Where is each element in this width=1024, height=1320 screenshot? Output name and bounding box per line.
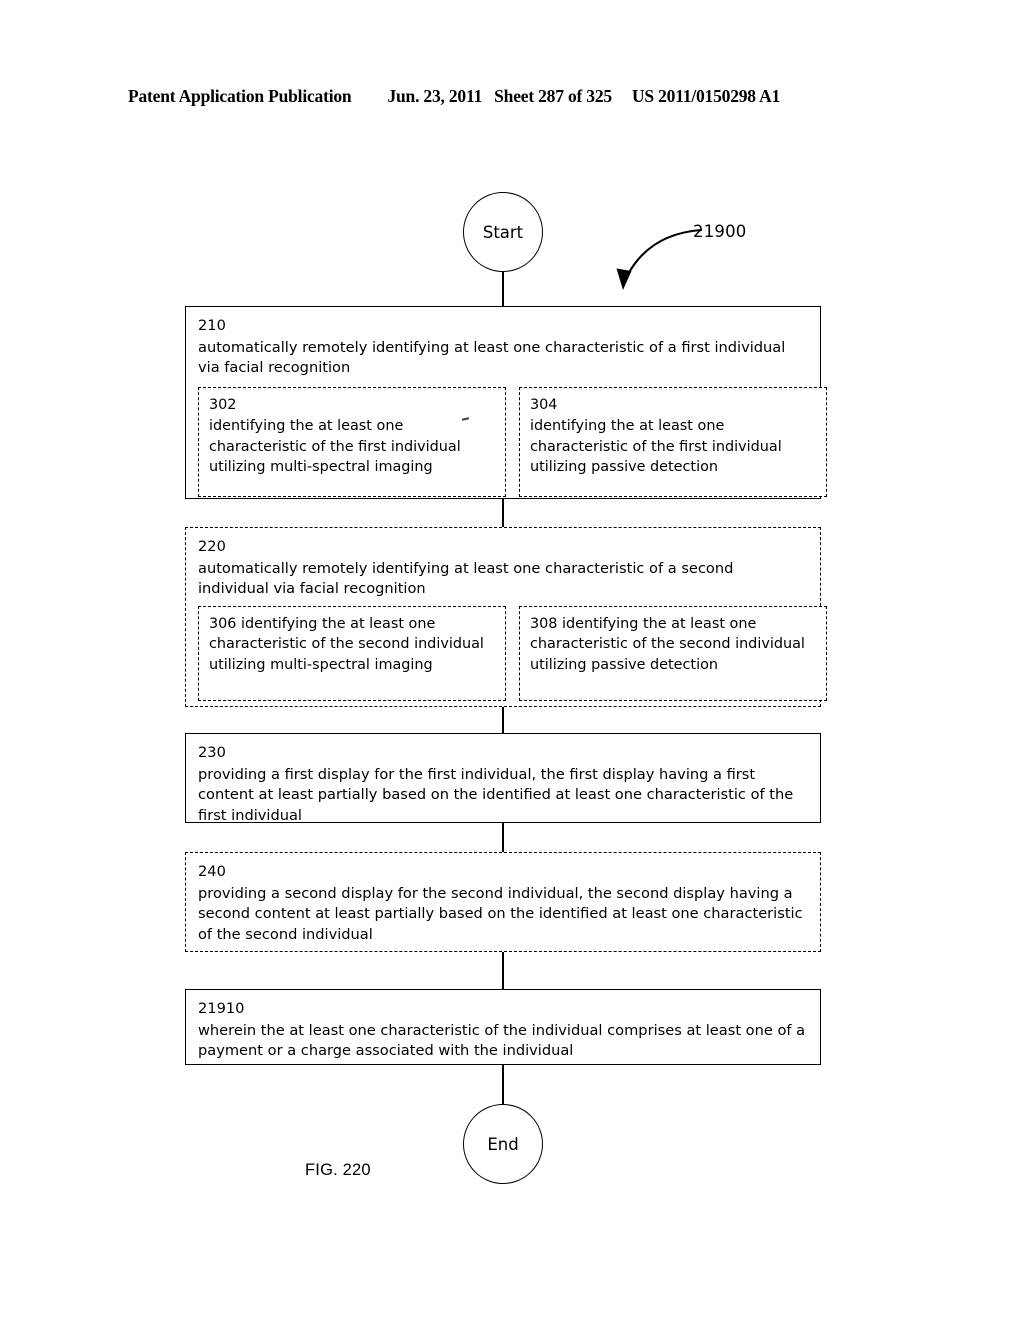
connector-230-to-240 — [502, 823, 504, 852]
substep-text-308: 308 identifying the at least one charact… — [530, 615, 805, 673]
connector-240-to-21910 — [502, 952, 504, 989]
substep-number-302: 302 — [209, 396, 237, 413]
step-number-220: 220 — [198, 538, 226, 555]
connector-210-to-220 — [502, 499, 504, 527]
substep-text-302: identifying the at least one characteris… — [209, 418, 461, 476]
step-number-210: 210 — [198, 317, 226, 334]
substep-box-308: 308 identifying the at least one charact… — [519, 605, 827, 701]
substep-number-304: 304 — [530, 396, 558, 413]
flowchart-canvas: Start 21900 210 automatically remotely i… — [0, 0, 1024, 1320]
substep-box-302: 302 identifying the at least one charact… — [198, 386, 506, 497]
figure-caption: FIG. 220 — [305, 1161, 371, 1179]
start-terminator: Start — [463, 192, 543, 272]
step-box-230: 230 providing a first display for the fi… — [185, 733, 821, 824]
step-box-210: 210 automatically remotely identifying a… — [185, 306, 827, 499]
connector-21910-to-end — [502, 1065, 504, 1104]
step-text-240: providing a second display for the secon… — [198, 884, 803, 943]
substep-text-304: identifying the at least one characteris… — [530, 418, 782, 476]
step-text-210: automatically remotely identifying at le… — [198, 338, 786, 377]
step-box-21910: 21910 wherein the at least one character… — [185, 989, 821, 1065]
step-number-230: 230 — [198, 744, 226, 761]
end-terminator: End — [463, 1104, 543, 1184]
start-label: Start — [482, 222, 524, 242]
substep-row-220: 306 identifying the at least one charact… — [198, 605, 827, 701]
substep-text-306: 306 identifying the at least one charact… — [209, 615, 484, 673]
substep-box-304: 304 identifying the at least one charact… — [519, 386, 827, 497]
connector-220-to-230 — [502, 707, 504, 733]
step-number-240: 240 — [198, 863, 226, 880]
substep-row-210: 302 identifying the at least one charact… — [198, 386, 827, 497]
curved-arrow-icon — [616, 228, 703, 290]
step-box-240: 240 providing a second display for the s… — [185, 852, 821, 952]
connector-start-to-210 — [502, 272, 504, 306]
step-text-230: providing a first display for the first … — [198, 765, 794, 824]
step-text-21910: wherein the at least one characteristic … — [198, 1021, 806, 1060]
step-box-220: 220 automatically remotely identifying a… — [185, 527, 827, 707]
step-text-220: automatically remotely identifying at le… — [198, 559, 734, 598]
substep-box-306: 306 identifying the at least one charact… — [198, 605, 506, 701]
end-label: End — [487, 1134, 519, 1154]
step-number-21910: 21910 — [198, 1000, 245, 1017]
